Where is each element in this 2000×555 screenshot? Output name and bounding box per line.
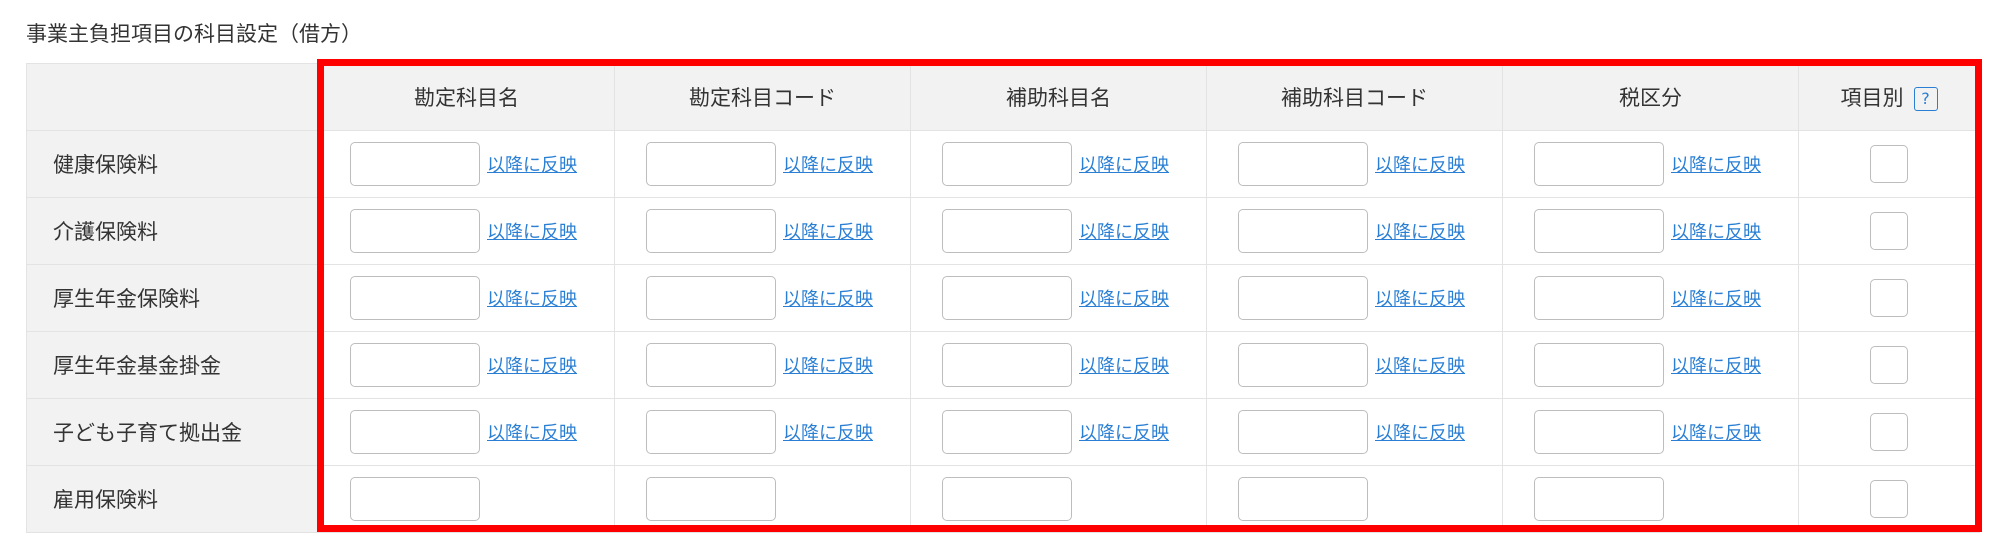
col-header-per-item: 項目別? (1798, 63, 1980, 131)
account-name-input[interactable] (350, 209, 480, 253)
reflect-below-link[interactable]: 以降に反映 (1375, 352, 1465, 378)
reflect-below-link[interactable]: 以降に反映 (783, 285, 873, 311)
col-header-account-name: 勘定科目名 (318, 63, 615, 131)
sub-account-code-input[interactable] (1238, 276, 1368, 320)
reflect-below-link[interactable]: 以降に反映 (487, 218, 577, 244)
account-code-input[interactable] (646, 343, 776, 387)
row-label-header (26, 63, 319, 131)
row-label: 子ども子育て拠出金 (26, 398, 319, 466)
reflect-below-link[interactable]: 以降に反映 (487, 419, 577, 445)
sub-account-name-input[interactable] (942, 142, 1072, 186)
account-name-input[interactable] (350, 276, 480, 320)
reflect-below-link[interactable]: 以降に反映 (1375, 285, 1465, 311)
per-item-label: 項目別 (1840, 86, 1904, 110)
per-item-checkbox[interactable] (1870, 279, 1908, 317)
row-label: 雇用保険料 (26, 465, 319, 533)
per-item-checkbox[interactable] (1870, 480, 1908, 518)
col-header-tax-category: 税区分 (1502, 63, 1799, 131)
per-item-checkbox[interactable] (1870, 413, 1908, 451)
reflect-below-link[interactable]: 以降に反映 (1375, 151, 1465, 177)
table-row: 雇用保険料 (26, 465, 1980, 533)
tax-category-input[interactable] (1534, 477, 1664, 521)
reflect-below-link[interactable]: 以降に反映 (1079, 151, 1169, 177)
account-name-input[interactable] (350, 410, 480, 454)
sub-account-code-input[interactable] (1238, 410, 1368, 454)
account-name-input[interactable] (350, 343, 480, 387)
tax-category-input[interactable] (1534, 142, 1664, 186)
table-row: 厚生年金保険料 以降に反映 以降に反映 以降に反映 以降に反映 以降に反映 (26, 264, 1980, 332)
sub-account-code-input[interactable] (1238, 477, 1368, 521)
table-row: 介護保険料 以降に反映 以降に反映 以降に反映 以降に反映 以降に反映 (26, 197, 1980, 265)
col-header-sub-account-code: 補助科目コード (1206, 63, 1503, 131)
sub-account-name-input[interactable] (942, 276, 1072, 320)
reflect-below-link[interactable]: 以降に反映 (487, 151, 577, 177)
reflect-below-link[interactable]: 以降に反映 (783, 218, 873, 244)
account-name-input[interactable] (350, 477, 480, 521)
sub-account-name-input[interactable] (942, 209, 1072, 253)
row-label: 健康保険料 (26, 130, 319, 198)
reflect-below-link[interactable]: 以降に反映 (1671, 419, 1761, 445)
col-header-account-code: 勘定科目コード (614, 63, 911, 131)
tax-category-input[interactable] (1534, 276, 1664, 320)
reflect-below-link[interactable]: 以降に反映 (487, 352, 577, 378)
account-name-input[interactable] (350, 142, 480, 186)
per-item-checkbox[interactable] (1870, 145, 1908, 183)
account-code-input[interactable] (646, 410, 776, 454)
help-icon[interactable]: ? (1913, 87, 1938, 111)
reflect-below-link[interactable]: 以降に反映 (1079, 419, 1169, 445)
reflect-below-link[interactable]: 以降に反映 (1375, 419, 1465, 445)
reflect-below-link[interactable]: 以降に反映 (1671, 151, 1761, 177)
row-label: 厚生年金基金掛金 (26, 331, 319, 399)
reflect-below-link[interactable]: 以降に反映 (1671, 352, 1761, 378)
reflect-below-link[interactable]: 以降に反映 (1079, 352, 1169, 378)
table-row: 厚生年金基金掛金 以降に反映 以降に反映 以降に反映 以降に反映 以降に反映 (26, 331, 1980, 399)
section-title: 事業主負担項目の科目設定（借方） (26, 22, 362, 46)
sub-account-code-input[interactable] (1238, 343, 1368, 387)
reflect-below-link[interactable]: 以降に反映 (487, 285, 577, 311)
sub-account-name-input[interactable] (942, 477, 1072, 521)
sub-account-code-input[interactable] (1238, 209, 1368, 253)
tax-category-input[interactable] (1534, 343, 1664, 387)
reflect-below-link[interactable]: 以降に反映 (1079, 218, 1169, 244)
tax-category-input[interactable] (1534, 209, 1664, 253)
reflect-below-link[interactable]: 以降に反映 (1375, 218, 1465, 244)
account-code-input[interactable] (646, 276, 776, 320)
sub-account-name-input[interactable] (942, 343, 1072, 387)
reflect-below-link[interactable]: 以降に反映 (783, 419, 873, 445)
per-item-checkbox[interactable] (1870, 346, 1908, 384)
col-header-sub-account-name: 補助科目名 (910, 63, 1207, 131)
account-code-input[interactable] (646, 142, 776, 186)
tax-category-input[interactable] (1534, 410, 1664, 454)
account-code-input[interactable] (646, 209, 776, 253)
account-settings-table: 勘定科目名 勘定科目コード 補助科目名 補助科目コード 税区分 項目別? 健康保… (26, 63, 1980, 533)
row-label: 厚生年金保険料 (26, 264, 319, 332)
sub-account-name-input[interactable] (942, 410, 1072, 454)
row-label: 介護保険料 (26, 197, 319, 265)
header-row: 勘定科目名 勘定科目コード 補助科目名 補助科目コード 税区分 項目別? (26, 63, 1980, 131)
reflect-below-link[interactable]: 以降に反映 (1671, 285, 1761, 311)
sub-account-code-input[interactable] (1238, 142, 1368, 186)
per-item-checkbox[interactable] (1870, 212, 1908, 250)
reflect-below-link[interactable]: 以降に反映 (783, 151, 873, 177)
reflect-below-link[interactable]: 以降に反映 (1079, 285, 1169, 311)
reflect-below-link[interactable]: 以降に反映 (1671, 218, 1761, 244)
table-row: 子ども子育て拠出金 以降に反映 以降に反映 以降に反映 以降に反映 以降に反映 (26, 398, 1980, 466)
reflect-below-link[interactable]: 以降に反映 (783, 352, 873, 378)
table-row: 健康保険料 以降に反映 以降に反映 以降に反映 以降に反映 以降に反映 (26, 130, 1980, 198)
account-code-input[interactable] (646, 477, 776, 521)
